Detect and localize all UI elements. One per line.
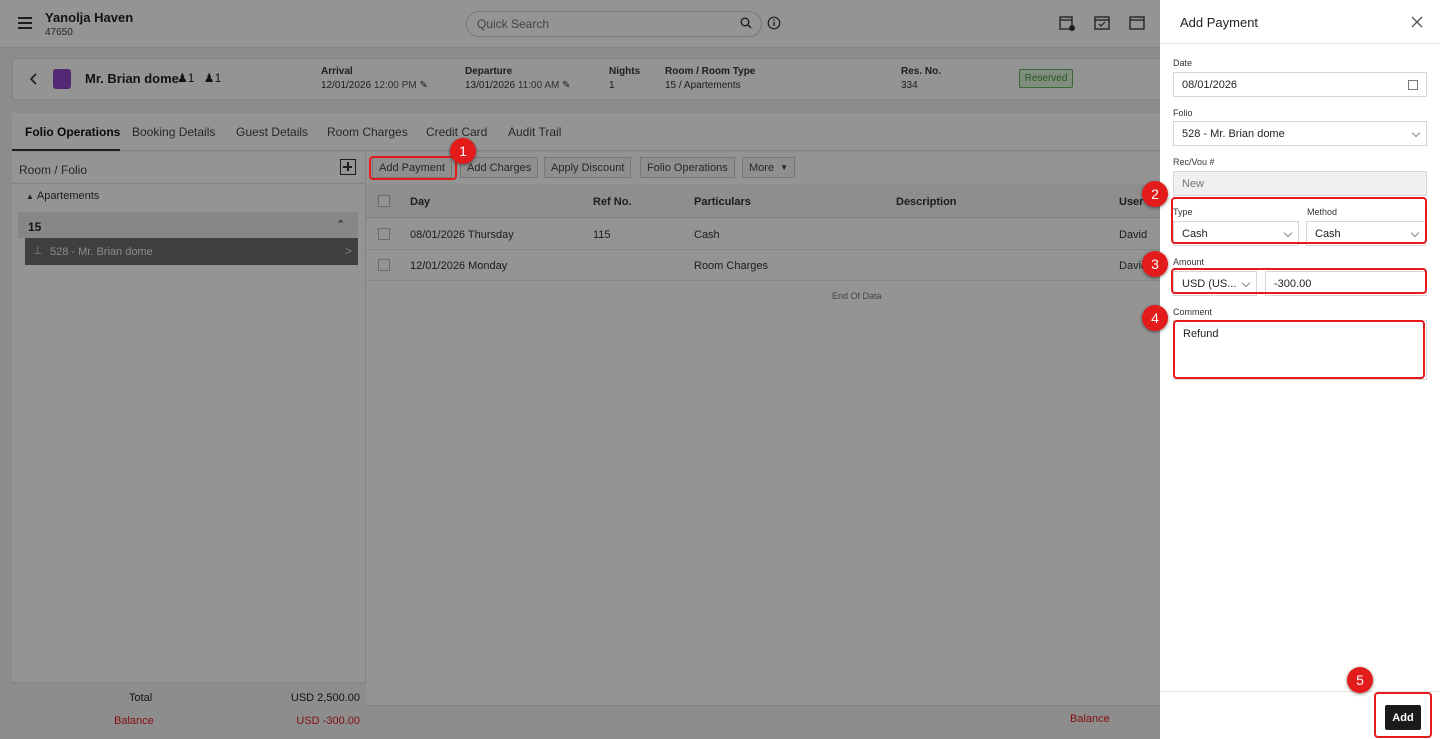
- step-badge-4: 4: [1142, 305, 1168, 331]
- date-field[interactable]: 08/01/2026: [1173, 72, 1427, 97]
- chevron-down-icon: [1411, 128, 1421, 138]
- step-badge-2: 2: [1142, 181, 1168, 207]
- date-label: Date: [1173, 58, 1193, 68]
- highlight-comment: [1173, 320, 1425, 379]
- highlight-add-payment: [369, 156, 457, 180]
- folio-select-value: 528 - Mr. Brian dome: [1182, 127, 1285, 140]
- date-value: 08/01/2026: [1182, 78, 1238, 91]
- step-badge-5: 5: [1347, 667, 1373, 693]
- highlight-amount: [1171, 268, 1427, 294]
- drawer-divider: [1160, 43, 1440, 44]
- close-icon[interactable]: [1411, 16, 1423, 28]
- step-badge-1: 1: [450, 138, 476, 164]
- step-badge-3: 3: [1142, 251, 1168, 277]
- rec-vou-label: Rec/Vou #: [1173, 157, 1215, 167]
- drawer-title: Add Payment: [1180, 15, 1259, 30]
- folio-select[interactable]: 528 - Mr. Brian dome: [1173, 121, 1427, 146]
- amount-label: Amount: [1173, 257, 1205, 267]
- modal-backdrop[interactable]: [0, 0, 1160, 739]
- folio-label: Folio: [1173, 108, 1193, 118]
- highlight-type-method: [1171, 197, 1427, 244]
- comment-label: Comment: [1173, 307, 1213, 317]
- calendar-icon[interactable]: [1408, 80, 1418, 90]
- rec-vou-input: [1173, 171, 1427, 196]
- highlight-add-button: [1374, 692, 1432, 738]
